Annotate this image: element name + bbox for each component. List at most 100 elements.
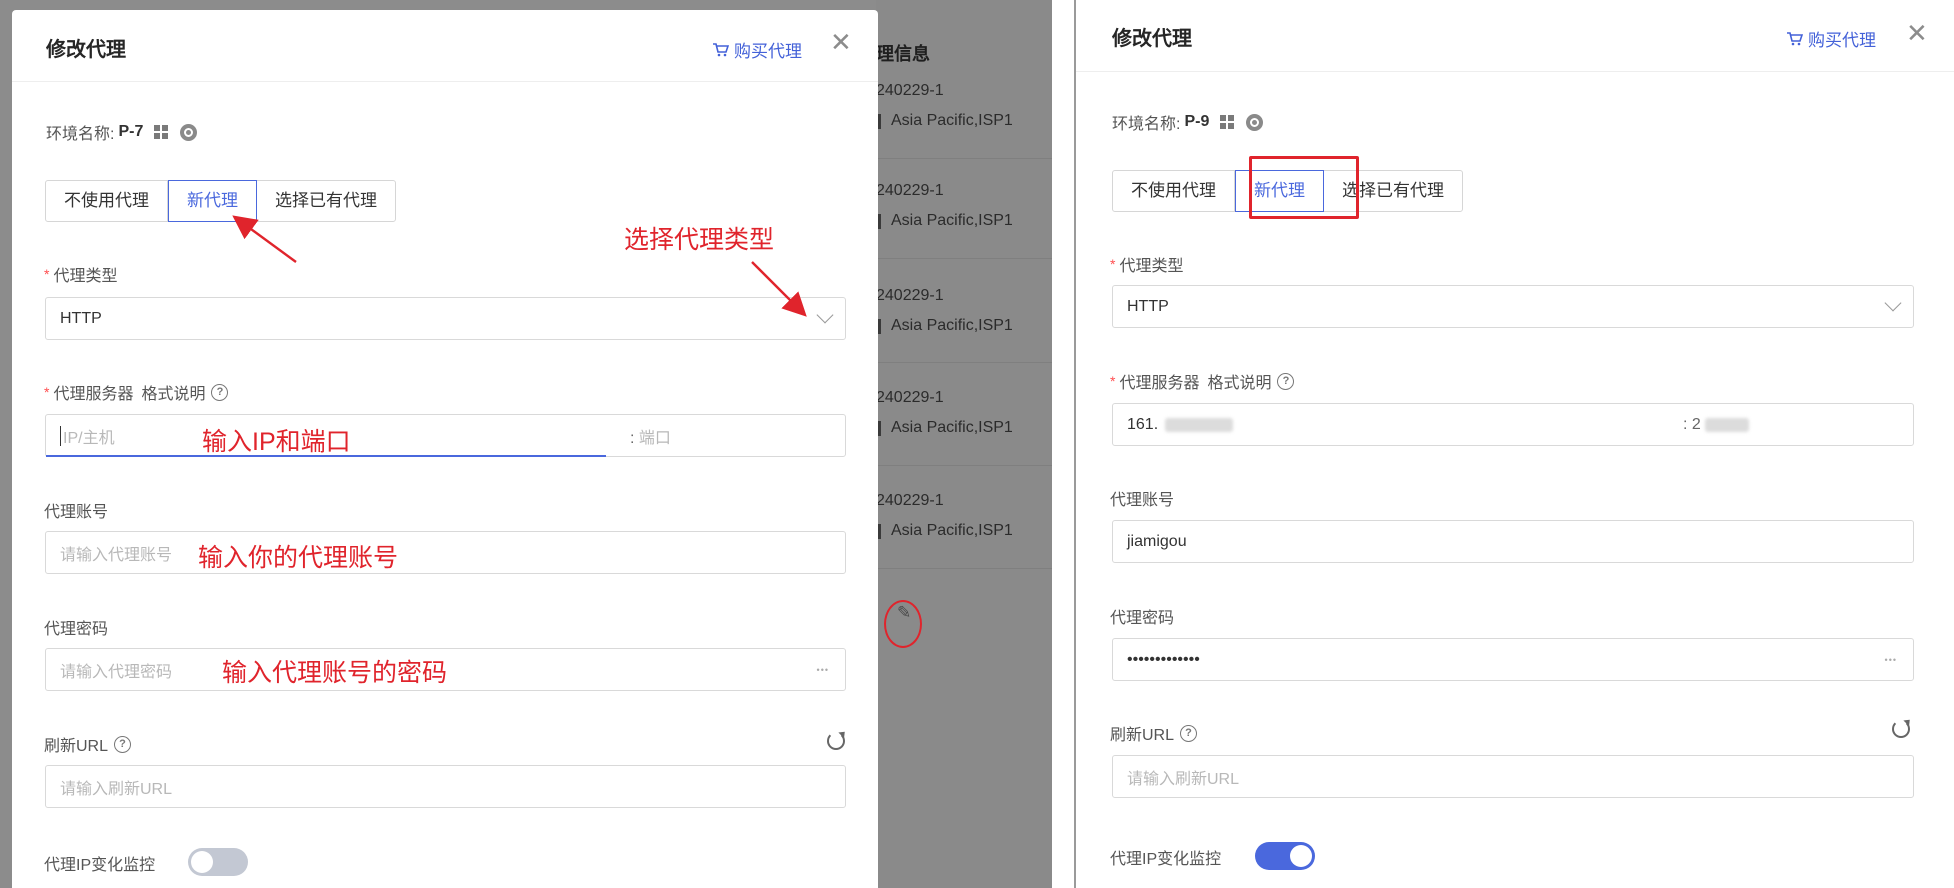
close-icon[interactable]: ✕: [1906, 20, 1928, 46]
background-row-region: Asia Pacific,ISP1: [876, 317, 1052, 335]
tab-no-proxy[interactable]: 不使用代理: [1113, 171, 1235, 211]
tab-existing-proxy[interactable]: 选择已有代理: [257, 181, 395, 221]
proxy-type-select[interactable]: HTTP: [45, 297, 846, 340]
modal-title: 修改代理: [46, 39, 126, 61]
ip-monitor-toggle[interactable]: [1255, 842, 1315, 870]
background-row-region: Asia Pacific,ISP1: [876, 419, 1052, 437]
refresh-icon[interactable]: [1892, 720, 1910, 738]
background-row-divider: [876, 362, 1052, 363]
background-table-row: 240229-1 Asia Pacific,ISP1: [876, 287, 1052, 335]
question-icon[interactable]: ?: [1277, 372, 1295, 390]
panel-gap: [1052, 0, 1074, 888]
refresh-url-placeholder: 请输入刷新URL: [1127, 770, 1240, 788]
edit-proxy-modal-right: 修改代理 购买代理 ✕ 环境名称: P-9 不使用代理 新代理 选择已有代理 *…: [1076, 0, 1954, 888]
proxy-mode-tabs: 不使用代理 新代理 选择已有代理: [45, 180, 396, 222]
annotation-circle: [884, 600, 922, 648]
background-row-divider: [876, 258, 1052, 259]
refresh-icon[interactable]: [827, 732, 845, 750]
modal-title: 修改代理: [1112, 28, 1192, 50]
background-row-id: 240229-1: [876, 389, 944, 406]
modal-header: 修改代理 购买代理 ✕: [12, 10, 878, 82]
background-row-id: 240229-1: [876, 82, 944, 99]
account-placeholder: 请输入代理账号: [60, 546, 173, 564]
background-row-divider: [876, 465, 1052, 466]
required-mark: *: [44, 266, 50, 282]
proxy-account-label: 代理账号: [1110, 492, 1175, 509]
question-icon[interactable]: ?: [1180, 724, 1198, 742]
password-placeholder: 请输入代理密码: [60, 663, 173, 681]
required-mark: *: [44, 384, 50, 400]
tab-no-proxy[interactable]: 不使用代理: [46, 181, 168, 221]
background-row-region: Asia Pacific,ISP1: [876, 112, 1052, 130]
chrome-icon: [1246, 113, 1264, 131]
annotation-select-type: 选择代理类型: [624, 226, 775, 254]
refresh-url-placeholder: 请输入刷新URL: [60, 780, 173, 798]
proxy-type-select[interactable]: HTTP: [1112, 285, 1914, 328]
proxy-type-value: HTTP: [1127, 297, 1169, 315]
password-manager-icon[interactable]: •••: [1885, 655, 1897, 665]
environment-name-row: 环境名称: P-7: [46, 120, 198, 144]
windows-icon: [1220, 115, 1235, 129]
cart-icon: [1787, 32, 1803, 46]
cart-icon: [713, 43, 729, 57]
buy-proxy-link[interactable]: 购买代理: [1786, 26, 1876, 51]
refresh-url-input[interactable]: 请输入刷新URL: [45, 765, 846, 808]
windows-icon: [154, 125, 169, 139]
chevron-down-icon: [816, 306, 834, 324]
ip-monitor-label: 代理IP变化监控: [44, 857, 156, 874]
proxy-server-input[interactable]: IP/主机 : 端口: [45, 414, 846, 457]
refresh-url-label: 刷新URL ?: [1110, 721, 1198, 745]
background-row-region: Asia Pacific,ISP1: [876, 522, 1052, 540]
required-mark: *: [1110, 373, 1116, 389]
proxy-type-label: * 代理类型: [44, 266, 118, 285]
background-row-divider: [876, 568, 1052, 569]
background-proxy-table: 理信息 240229-1 Asia Pacific,ISP1 240229-1 …: [876, 0, 1052, 888]
proxy-account-input[interactable]: jiamigou: [1112, 520, 1914, 563]
proxy-server-input[interactable]: 161. : 2: [1112, 403, 1914, 446]
background-table-row: 240229-1 Asia Pacific,ISP1: [876, 389, 1052, 437]
environment-name-row: 环境名称: P-9: [1112, 110, 1264, 134]
toggle-knob: [1290, 845, 1312, 867]
question-icon[interactable]: ?: [211, 383, 229, 401]
format-help-link[interactable]: 格式说明: [141, 380, 205, 404]
background-row-region: Asia Pacific,ISP1: [876, 212, 1052, 230]
proxy-account-input[interactable]: 请输入代理账号: [45, 531, 846, 574]
proxy-password-label: 代理密码: [1110, 610, 1175, 627]
env-label: 环境名称:: [1112, 116, 1181, 133]
modal-header: 修改代理 购买代理 ✕: [1076, 0, 1954, 72]
host-value: 161.: [1127, 415, 1159, 433]
background-table-row: 240229-1 Asia Pacific,ISP1: [876, 82, 1052, 130]
background-row-id: 240229-1: [876, 287, 944, 304]
password-value: •••••••••••••: [1127, 650, 1200, 668]
annotation-enter-password: 输入代理账号的密码: [222, 659, 448, 687]
background-row-id: 240229-1: [876, 182, 944, 199]
password-manager-icon[interactable]: •••: [817, 665, 829, 675]
background-row-id: 240229-1: [876, 492, 944, 509]
close-icon[interactable]: ✕: [830, 29, 852, 55]
port-separator: : 2: [1683, 415, 1701, 433]
ip-monitor-toggle[interactable]: [188, 848, 248, 876]
toggle-knob: [191, 851, 213, 873]
port-separator: : 端口: [630, 429, 671, 447]
ip-monitor-label: 代理IP变化监控: [1110, 851, 1222, 868]
format-help-link[interactable]: 格式说明: [1207, 369, 1271, 393]
background-table-header: 理信息: [876, 44, 930, 64]
annotation-enter-ip-port: 输入IP和端口: [202, 428, 351, 456]
proxy-server-label: * 代理服务器 格式说明 ?: [44, 380, 229, 404]
redacted-port: [1705, 418, 1749, 432]
buy-proxy-link[interactable]: 购买代理: [712, 37, 802, 62]
text-caret: [60, 425, 61, 446]
tab-new-proxy[interactable]: 新代理: [168, 180, 257, 222]
question-icon[interactable]: ?: [114, 735, 132, 753]
env-name: P-7: [118, 123, 144, 140]
edit-proxy-modal-left: 修改代理 购买代理 ✕ 环境名称: P-7 不使用代理 新代理 选择已有代理 *…: [12, 10, 878, 888]
proxy-server-label: * 代理服务器 格式说明 ?: [1110, 369, 1295, 393]
background-table-row: 240229-1 Asia Pacific,ISP1: [876, 182, 1052, 230]
background-table-row: 240229-1 Asia Pacific,ISP1: [876, 492, 1052, 540]
proxy-password-input[interactable]: ••••••••••••• •••: [1112, 638, 1914, 681]
proxy-type-label: * 代理类型: [1110, 256, 1184, 275]
env-label: 环境名称:: [46, 126, 115, 143]
annotation-highlight-box: [1249, 156, 1359, 219]
refresh-url-input[interactable]: 请输入刷新URL: [1112, 755, 1914, 798]
proxy-password-label: 代理密码: [44, 621, 109, 638]
